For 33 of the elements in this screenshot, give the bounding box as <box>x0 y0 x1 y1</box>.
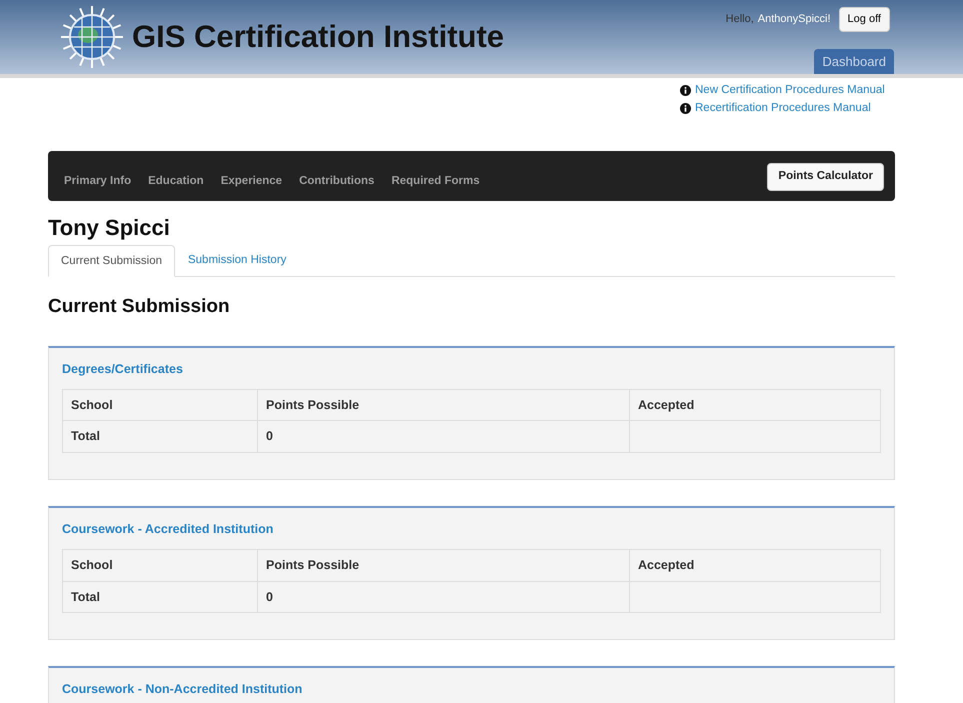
manual-link[interactable]: Recertification Procedures Manual <box>695 100 871 118</box>
username-text: AnthonySpicci! <box>758 12 831 27</box>
table-cell: Total <box>62 420 258 452</box>
info-icon <box>680 85 691 96</box>
column-header: Accepted <box>630 549 880 581</box>
nav-link[interactable]: Contributions <box>299 173 374 190</box>
log-off-button[interactable]: Log off <box>838 7 890 32</box>
nav-link[interactable]: Primary Info <box>64 173 132 190</box>
panel-title: Degrees/Certificates <box>62 360 184 378</box>
site-title: GIS Certification Institute <box>132 18 504 56</box>
tab[interactable]: Current Submission <box>48 245 175 278</box>
column-header: Points Possible <box>258 549 630 581</box>
section-heading: Current Submission <box>48 295 231 320</box>
column-header: Points Possible <box>258 389 630 421</box>
manual-link[interactable]: New Certification Procedures Manual <box>695 82 885 100</box>
table-cell: 0 <box>258 420 630 452</box>
nav-link[interactable]: Experience <box>220 173 282 190</box>
person-name: Tony Spicci <box>48 214 171 241</box>
panel-title: Coursework - Non-Accredited Institution <box>62 681 304 698</box>
info-icon <box>680 103 691 114</box>
nav-link[interactable]: Required Forms <box>391 173 480 190</box>
panel-title: Coursework - Accredited Institution <box>62 521 274 538</box>
column-header: School <box>62 389 258 421</box>
column-header: Accepted <box>630 389 880 421</box>
dashboard-tab[interactable]: Dashboard <box>814 48 894 74</box>
tab[interactable]: Submission History <box>174 245 300 276</box>
column-header: School <box>62 549 258 581</box>
nav-link[interactable]: Education <box>148 173 204 190</box>
table-cell: Total <box>62 581 258 613</box>
table-cell: 0 <box>258 581 630 613</box>
globe-logo-icon <box>60 5 124 69</box>
points-calculator-button[interactable]: Points Calculator <box>767 163 884 190</box>
greeting-text: Hello, <box>726 12 754 27</box>
